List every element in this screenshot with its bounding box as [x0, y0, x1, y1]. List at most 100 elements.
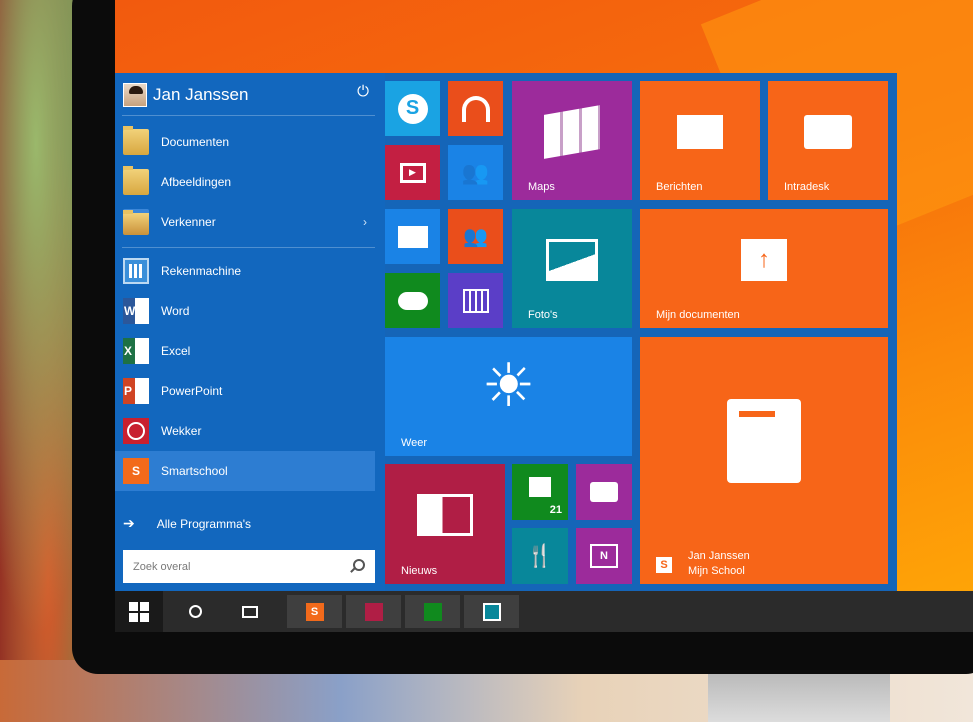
tile-people[interactable]: 👥 — [448, 209, 503, 264]
start-button[interactable] — [115, 591, 163, 632]
menu-item-label: Wekker — [161, 424, 202, 438]
tile-calendar[interactable] — [448, 273, 503, 328]
file-explorer-icon — [123, 209, 149, 235]
tile-label: Nieuws — [401, 565, 438, 577]
tile-label: Berichten — [656, 181, 703, 193]
taskbar-news[interactable] — [346, 595, 401, 628]
tile-skype[interactable]: S — [385, 81, 440, 136]
user-name: Jan Janssen — [153, 85, 249, 104]
menu-item-documenten[interactable]: Documenten — [115, 122, 375, 162]
taskbar-photos[interactable] — [464, 595, 519, 628]
taskbar: S — [115, 591, 973, 632]
tile-nieuws[interactable]: Nieuws — [385, 464, 505, 584]
onenote-icon: N — [576, 528, 632, 584]
store-icon — [423, 602, 442, 621]
menu-item-label: Smartschool — [161, 464, 228, 478]
menu-item-label: Documenten — [161, 135, 230, 149]
tile-user-name: Jan Janssen — [688, 550, 750, 562]
menu-item-rekenmachine[interactable]: Rekenmachine — [115, 251, 375, 291]
calculator-icon — [123, 258, 149, 284]
menu-item-label: Word — [161, 304, 190, 318]
tile-intradesk[interactable]: Intradesk — [768, 81, 888, 200]
arrow-right-icon: ➔ — [123, 515, 135, 531]
search-icon[interactable] — [353, 559, 365, 571]
smartschool-icon: S — [656, 557, 672, 573]
camera-icon — [576, 464, 632, 520]
tile-food[interactable]: 🍴 — [512, 528, 568, 584]
tile-berichten[interactable]: Berichten — [640, 81, 760, 200]
power-icon[interactable]: ⏻ — [353, 83, 373, 103]
tile-label: Intradesk — [784, 181, 830, 193]
menu-item-verkenner[interactable]: Verkenner › — [115, 202, 375, 242]
tile-label: Mijn School — [688, 565, 745, 577]
pictures-folder-icon — [123, 166, 149, 195]
taskbar-store[interactable] — [405, 595, 460, 628]
task-view-icon — [242, 605, 258, 618]
store-count: 21 — [549, 504, 562, 516]
folder-icon — [123, 126, 149, 155]
excel-badge: X — [124, 344, 133, 358]
tile-weer[interactable]: ☀ Weer — [385, 337, 632, 456]
taskbar-search[interactable] — [170, 595, 220, 628]
powerpoint-badge: P — [124, 384, 133, 398]
tile-smartschool-notebook[interactable]: S Jan Janssen Mijn School — [640, 337, 888, 584]
menu-item-wekker[interactable]: Wekker — [115, 411, 375, 451]
tile-video[interactable]: ▶ — [385, 145, 440, 200]
user-account[interactable]: Jan Janssen — [123, 81, 248, 109]
fork-knife-icon: 🍴 — [526, 543, 554, 568]
menu-item-powerpoint[interactable]: P PowerPoint — [115, 371, 375, 411]
people-icon: 👥 — [463, 226, 488, 248]
word-badge: W — [124, 304, 136, 318]
divider — [122, 247, 375, 248]
game-controller-icon — [385, 273, 440, 328]
search-placeholder: Zoek overal — [133, 560, 191, 573]
newspaper-icon — [364, 602, 383, 621]
menu-item-smartschool[interactable]: S Smartschool — [115, 451, 375, 491]
monitor-stand — [708, 672, 890, 722]
menu-item-label: Rekenmachine — [161, 264, 242, 278]
taskbar-smartschool[interactable]: S — [287, 595, 342, 628]
all-programs-link[interactable]: ➔ Alle Programma's — [123, 515, 251, 532]
start-menu-left-pane: Jan Janssen ⏻ Documenten Afbeeldingen Ve… — [115, 73, 385, 591]
tile-fotos[interactable]: Foto's — [512, 209, 632, 328]
tile-label: Maps — [528, 181, 555, 193]
smartschool-icon: S — [123, 458, 149, 484]
tile-label: Weer — [401, 437, 428, 449]
tile-mail[interactable] — [385, 209, 440, 264]
video-icon: ▶ — [385, 145, 440, 200]
tile-xbox[interactable] — [385, 273, 440, 328]
search-icon — [188, 605, 202, 618]
search-box[interactable]: Zoek overal — [123, 550, 375, 583]
tile-maps[interactable]: Maps — [512, 81, 632, 200]
menu-item-word[interactable]: W Word — [115, 291, 375, 331]
tile-people-chat[interactable]: 👥 — [448, 145, 503, 200]
tile-camera[interactable] — [576, 464, 632, 520]
tile-music[interactable] — [448, 81, 503, 136]
start-menu: Jan Janssen ⏻ Documenten Afbeeldingen Ve… — [115, 73, 897, 591]
people-chat-icon: 👥 — [461, 159, 490, 185]
task-view-button[interactable] — [225, 595, 275, 628]
word-icon: W — [123, 298, 149, 324]
chevron-right-icon[interactable]: › — [363, 215, 367, 229]
tile-mijn-documenten[interactable]: ↑ Mijn documenten — [640, 209, 888, 328]
calendar-icon — [448, 273, 503, 328]
all-programs-label: Alle Programma's — [156, 516, 252, 531]
excel-icon: X — [123, 338, 149, 364]
tile-label: Mijn documenten — [656, 309, 740, 321]
tile-store[interactable]: 21 — [512, 464, 568, 520]
windows-logo-icon — [129, 601, 149, 622]
mail-icon — [385, 209, 440, 264]
tile-onenote[interactable]: N — [576, 528, 632, 584]
menu-item-label: PowerPoint — [161, 384, 223, 398]
menu-item-afbeeldingen[interactable]: Afbeeldingen — [115, 162, 375, 202]
menu-item-label: Verkenner — [161, 215, 216, 229]
desktop-screen: Jan Janssen ⏻ Documenten Afbeeldingen Ve… — [115, 0, 973, 632]
menu-item-excel[interactable]: X Excel — [115, 331, 375, 371]
powerpoint-icon: P — [123, 378, 149, 404]
notebook-icon — [640, 337, 888, 584]
menu-item-label: Excel — [161, 344, 191, 358]
headphones-icon — [448, 81, 503, 136]
tile-label: Foto's — [528, 309, 558, 321]
smartschool-badge: S — [131, 464, 140, 478]
smartschool-icon: S — [305, 602, 324, 621]
